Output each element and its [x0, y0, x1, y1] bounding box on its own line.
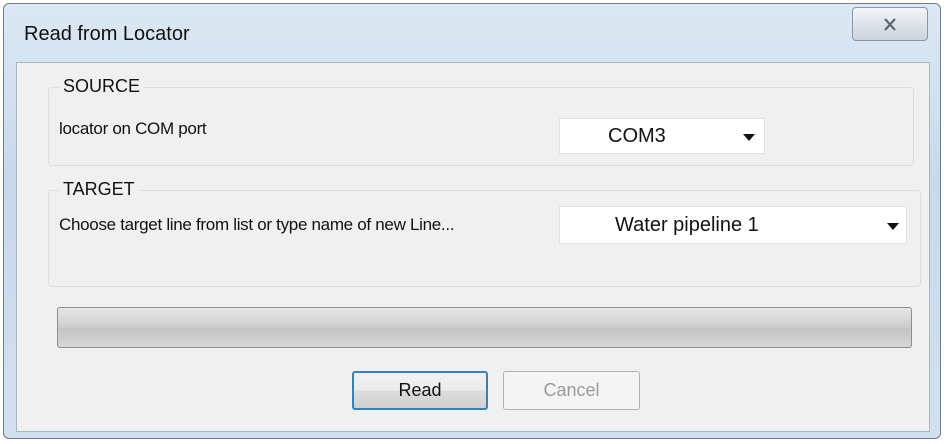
dialog-content: SOURCE locator on COM port COM3 TARGET C…: [16, 62, 930, 432]
read-button[interactable]: Read: [352, 371, 488, 410]
close-x-icon: [884, 17, 896, 31]
source-group-legend: SOURCE: [59, 76, 145, 97]
progress-bar: [57, 307, 912, 348]
window-title: Read from Locator: [24, 23, 190, 45]
com-port-select[interactable]: COM3: [559, 118, 765, 154]
com-port-label: locator on COM port: [59, 119, 207, 138]
target-line-combobox[interactable]: Water pipeline 1: [559, 206, 907, 244]
chevron-down-icon: [887, 223, 899, 230]
dialog-window: Read from Locator SOURCE locator on COM …: [3, 3, 941, 439]
target-line-value: Water pipeline 1: [615, 214, 759, 236]
cancel-button[interactable]: Cancel: [503, 371, 640, 410]
title-bar[interactable]: Read from Locator: [4, 4, 940, 62]
chevron-down-icon: [743, 134, 755, 141]
target-line-label: Choose target line from list or type nam…: [59, 215, 455, 234]
target-group-legend: TARGET: [59, 179, 139, 200]
target-group: TARGET Choose target line from list or t…: [48, 179, 921, 287]
source-group: SOURCE locator on COM port COM3: [48, 76, 914, 166]
close-button[interactable]: [852, 7, 928, 41]
com-port-value: COM3: [608, 125, 666, 147]
